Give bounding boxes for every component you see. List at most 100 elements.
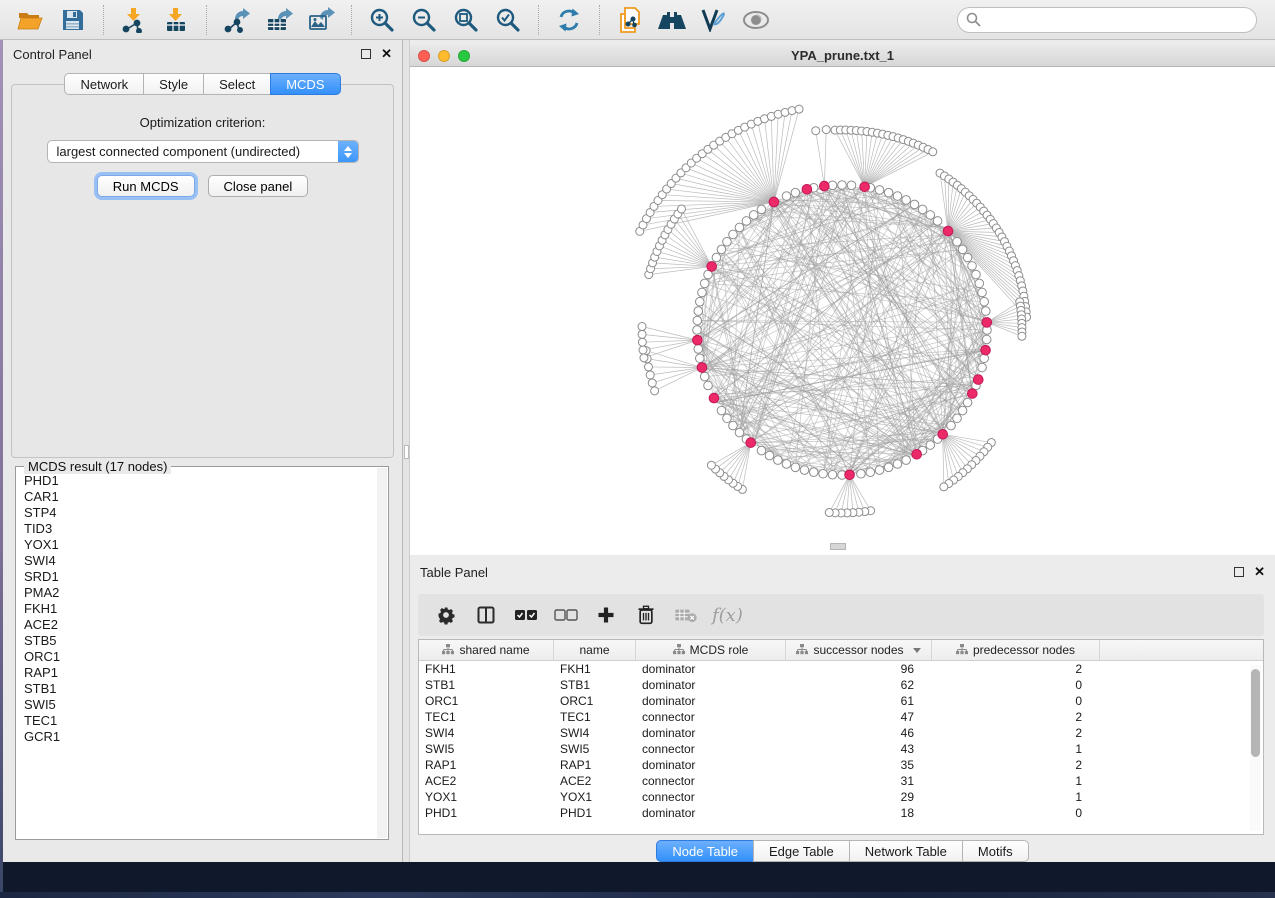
tab-style[interactable]: Style — [143, 73, 204, 95]
ring-node[interactable] — [902, 456, 911, 465]
ring-node[interactable] — [791, 463, 800, 472]
run-mcds-button[interactable]: Run MCDS — [97, 175, 195, 197]
delete-columns-button[interactable] — [631, 600, 661, 630]
export-image-button[interactable] — [304, 5, 338, 35]
unselect-all-columns-button[interactable] — [551, 600, 581, 630]
column-header-name[interactable]: name — [554, 640, 636, 660]
mcds-result-item[interactable]: TID3 — [24, 521, 376, 537]
ring-node[interactable] — [809, 468, 818, 477]
close-panel-button[interactable]: Close panel — [208, 175, 309, 197]
ring-node[interactable] — [700, 372, 709, 381]
ring-node[interactable] — [981, 307, 990, 316]
ring-node[interactable] — [968, 262, 977, 271]
table-row[interactable]: FKH1FKH1dominator962 — [419, 661, 1263, 677]
mcds-hub-node[interactable] — [981, 345, 991, 355]
mcds-result-item[interactable]: RAP1 — [24, 665, 376, 681]
table-row[interactable]: STB1STB1dominator620 — [419, 677, 1263, 693]
ring-node[interactable] — [694, 345, 703, 354]
ring-node[interactable] — [782, 460, 791, 469]
satellite-node[interactable] — [638, 323, 646, 331]
tab-node-table[interactable]: Node Table — [656, 840, 754, 862]
ring-node[interactable] — [972, 270, 981, 279]
table-row[interactable]: RAP1RAP1dominator352 — [419, 757, 1263, 773]
select-all-columns-button[interactable] — [511, 600, 541, 630]
mcds-result-item[interactable]: SWI4 — [24, 553, 376, 569]
float-panel-icon[interactable] — [1234, 567, 1244, 577]
horizontal-splitter-handle[interactable] — [830, 543, 846, 550]
mcds-hub-node[interactable] — [938, 430, 948, 440]
zoom-out-button[interactable] — [407, 5, 441, 35]
zoom-in-button[interactable] — [365, 5, 399, 35]
ring-node[interactable] — [875, 466, 884, 475]
tab-network[interactable]: Network — [64, 73, 144, 95]
ring-node[interactable] — [980, 297, 989, 306]
mcds-result-item[interactable]: PMA2 — [24, 585, 376, 601]
open-session-button[interactable] — [14, 5, 48, 35]
satellite-node[interactable] — [1018, 332, 1026, 340]
mcds-hub-node[interactable] — [693, 335, 703, 345]
search-box[interactable] — [957, 7, 1257, 33]
ring-node[interactable] — [926, 211, 935, 220]
ring-node[interactable] — [729, 421, 738, 430]
table-row[interactable]: SWI5SWI5connector431 — [419, 741, 1263, 757]
close-panel-icon[interactable]: ✕ — [1254, 567, 1265, 577]
ring-node[interactable] — [933, 217, 942, 226]
mcds-result-item[interactable]: GCR1 — [24, 729, 376, 745]
satellite-node[interactable] — [640, 354, 648, 362]
table-row[interactable]: PHD1PHD1dominator180 — [419, 805, 1263, 821]
mcds-result-item[interactable]: ORC1 — [24, 649, 376, 665]
ring-node[interactable] — [902, 196, 911, 205]
ring-node[interactable] — [695, 297, 704, 306]
mcds-result-scrollbar[interactable] — [377, 468, 387, 838]
ring-node[interactable] — [791, 188, 800, 197]
mcds-hub-node[interactable] — [707, 262, 717, 272]
mcds-result-item[interactable]: PHD1 — [24, 473, 376, 489]
table-scrollbar[interactable] — [1250, 665, 1261, 831]
table-row[interactable]: ORC1ORC1dominator610 — [419, 693, 1263, 709]
ring-node[interactable] — [717, 406, 726, 415]
ring-node[interactable] — [978, 288, 987, 297]
table-row[interactable]: SWI4SWI4dominator462 — [419, 725, 1263, 741]
mcds-result-item[interactable]: ACE2 — [24, 617, 376, 633]
ring-node[interactable] — [698, 288, 707, 297]
ring-node[interactable] — [926, 441, 935, 450]
ring-node[interactable] — [875, 186, 884, 195]
mcds-hub-node[interactable] — [746, 438, 756, 448]
ring-node[interactable] — [700, 279, 709, 288]
mcds-hub-node[interactable] — [769, 197, 779, 207]
ring-node[interactable] — [963, 253, 972, 262]
mcds-result-item[interactable]: SWI5 — [24, 697, 376, 713]
import-network-button[interactable] — [117, 5, 151, 35]
optimization-criterion-select[interactable]: largest connected component (undirected) — [47, 140, 359, 163]
satellite-node[interactable] — [825, 509, 833, 517]
ring-node[interactable] — [757, 446, 766, 455]
ring-node[interactable] — [819, 469, 828, 478]
ring-node[interactable] — [975, 279, 984, 288]
satellite-node[interactable] — [940, 483, 948, 491]
show-columns-button[interactable] — [471, 600, 501, 630]
mcds-result-item[interactable]: YOX1 — [24, 537, 376, 553]
ring-node[interactable] — [735, 223, 744, 232]
mcds-result-item[interactable]: STB5 — [24, 633, 376, 649]
mcds-hub-node[interactable] — [968, 389, 978, 399]
ring-node[interactable] — [953, 237, 962, 246]
mcds-result-item[interactable]: STP4 — [24, 505, 376, 521]
ring-node[interactable] — [695, 354, 704, 363]
satellite-node[interactable] — [638, 338, 646, 346]
show-hide-button[interactable] — [739, 5, 773, 35]
mcds-hub-node[interactable] — [845, 470, 855, 480]
table-row[interactable]: YOX1YOX1connector291 — [419, 789, 1263, 805]
ring-node[interactable] — [693, 316, 702, 325]
satellite-node[interactable] — [677, 205, 685, 213]
ring-node[interactable] — [978, 363, 987, 372]
float-panel-icon[interactable] — [361, 49, 371, 59]
tab-select[interactable]: Select — [203, 73, 271, 95]
mcds-hub-node[interactable] — [912, 449, 922, 459]
sort-chevron-icon[interactable] — [913, 648, 921, 653]
import-table-button[interactable] — [159, 5, 193, 35]
satellite-node[interactable] — [648, 379, 656, 387]
ring-node[interactable] — [838, 181, 847, 190]
network-canvas[interactable] — [410, 67, 1275, 554]
close-panel-icon[interactable]: ✕ — [381, 49, 392, 59]
tab-motifs[interactable]: Motifs — [962, 840, 1029, 862]
